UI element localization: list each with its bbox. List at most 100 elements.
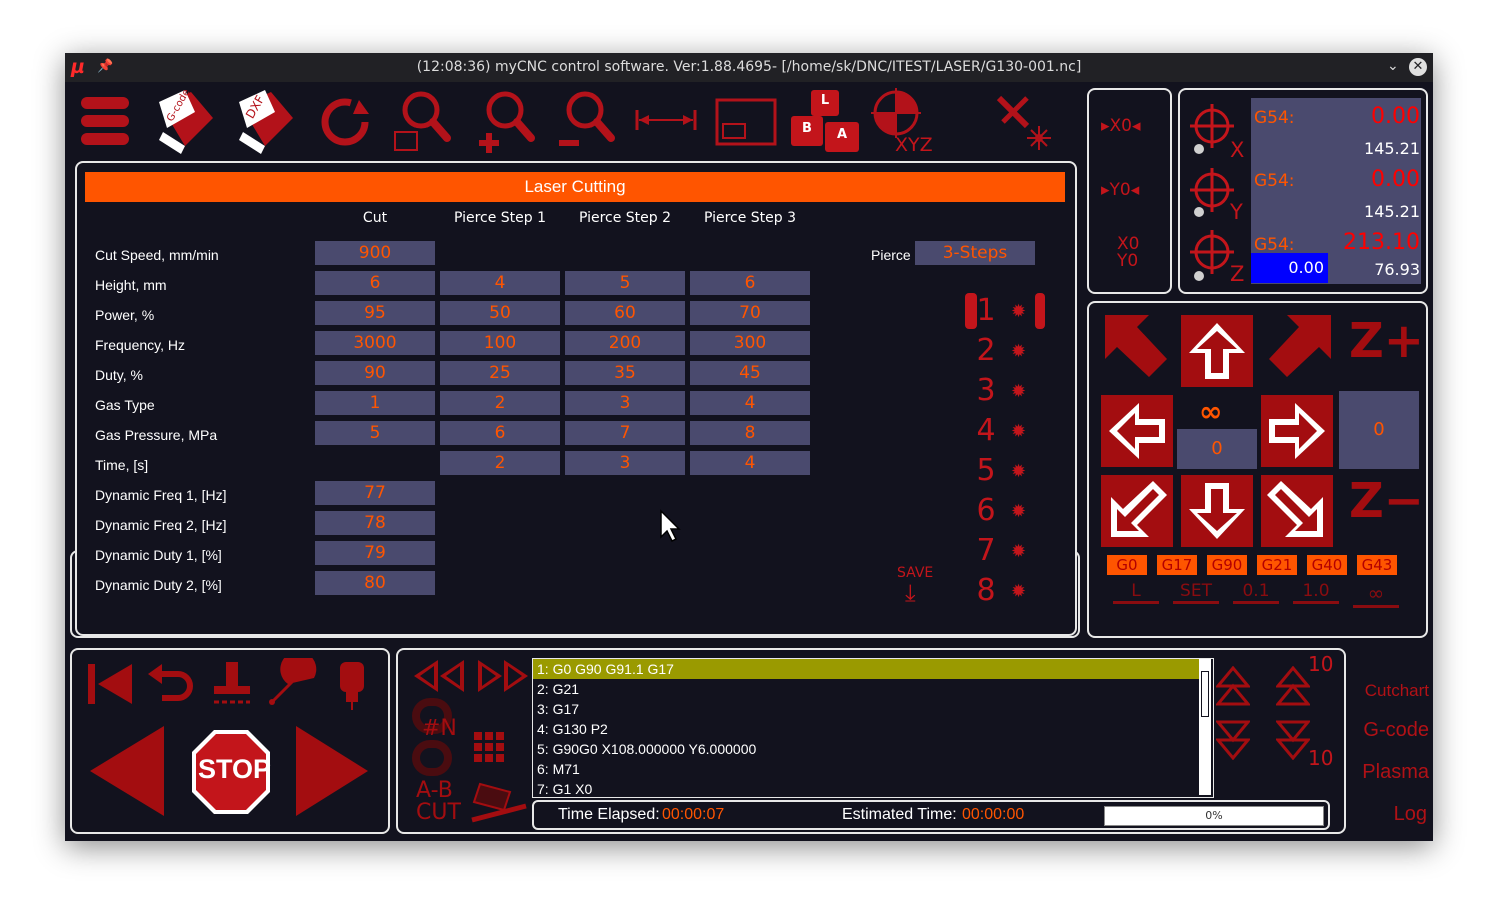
gcode-line[interactable]: 1: G0 G90 G91.1 G17 bbox=[533, 659, 1199, 679]
gcode-scrollbar[interactable] bbox=[1199, 659, 1211, 795]
tab-cutchart[interactable]: Cutchart bbox=[1365, 681, 1429, 701]
fast-forward-icon[interactable] bbox=[476, 658, 530, 698]
param-cell-cut[interactable]: 3000 bbox=[315, 331, 435, 355]
jog-left-button[interactable] bbox=[1101, 395, 1173, 467]
param-cell-s1[interactable]: 4 bbox=[440, 271, 560, 295]
grid-array-icon[interactable] bbox=[474, 732, 504, 766]
param-cell-s2[interactable]: 7 bbox=[565, 421, 685, 445]
param-cell-s1[interactable]: 2 bbox=[440, 391, 560, 415]
param-cell-s3[interactable]: 70 bbox=[690, 301, 810, 325]
zoom-window-icon[interactable] bbox=[391, 88, 451, 158]
jog-up-right-button[interactable] bbox=[1267, 315, 1331, 383]
rewind-icon[interactable] bbox=[412, 658, 466, 698]
param-cell-cut[interactable]: 6 bbox=[315, 271, 435, 295]
close-icon[interactable]: ✕ bbox=[1409, 58, 1427, 76]
pierce-step-number[interactable]: 4 bbox=[971, 413, 1001, 448]
step-set-button[interactable]: SET bbox=[1173, 581, 1219, 604]
zero-y-button[interactable]: ▸Y0◂ bbox=[1101, 180, 1139, 200]
jog-down-left-button[interactable] bbox=[1101, 475, 1173, 547]
param-cell-cut[interactable]: 5 bbox=[315, 421, 435, 445]
z-position-input[interactable]: 0.00 bbox=[1251, 253, 1328, 283]
gcode-line[interactable]: 7: G1 X0 bbox=[533, 779, 1199, 797]
param-cell-cut[interactable]: 95 bbox=[315, 301, 435, 325]
scrollbar-thumb[interactable] bbox=[1201, 671, 1209, 717]
cut-tool-icon[interactable] bbox=[470, 780, 528, 830]
param-cell-cut[interactable]: 80 bbox=[315, 571, 435, 595]
minimize-chevron-icon[interactable]: ⌄ bbox=[1387, 58, 1399, 74]
param-cell-s2[interactable]: 35 bbox=[565, 361, 685, 385]
zoom-out-icon[interactable] bbox=[555, 88, 615, 158]
param-cell-s2[interactable]: 3 bbox=[565, 391, 685, 415]
jog-up-left-button[interactable] bbox=[1105, 315, 1169, 383]
gcode-list[interactable]: 1: G0 G90 G91.1 G17 2: G21 3: G17 4: G130 P… bbox=[532, 658, 1214, 798]
gcode-line[interactable]: 3: G17 bbox=[533, 699, 1199, 719]
param-cell-s1[interactable]: 25 bbox=[440, 361, 560, 385]
step-l-button[interactable]: L bbox=[1113, 581, 1159, 604]
zero-xy-button[interactable]: X0 Y0 bbox=[1101, 236, 1139, 270]
param-cell-s2[interactable]: 5 bbox=[565, 271, 685, 295]
step-infinity-button[interactable]: ∞ bbox=[1353, 581, 1399, 608]
param-cell-s3[interactable]: 300 bbox=[690, 331, 810, 355]
goto-line-button[interactable]: #N bbox=[422, 716, 457, 741]
laser-head-icon[interactable] bbox=[338, 660, 366, 714]
gcode-open-icon[interactable]: G-code bbox=[155, 87, 215, 154]
tools-laser-icon[interactable] bbox=[993, 92, 1057, 160]
pierce-step-number[interactable]: 3 bbox=[971, 373, 1001, 408]
jog-down-button[interactable] bbox=[1181, 475, 1253, 547]
frame-icon[interactable] bbox=[715, 98, 777, 150]
jog-z-input[interactable]: 0 bbox=[1339, 391, 1419, 469]
param-cell-s1[interactable]: 2 bbox=[440, 451, 560, 475]
tab-log[interactable]: Log bbox=[1394, 803, 1427, 826]
jog-up-button[interactable] bbox=[1181, 315, 1253, 387]
pierce-step-number[interactable]: 7 bbox=[971, 533, 1001, 568]
param-cell-cut[interactable]: 77 bbox=[315, 481, 435, 505]
param-cell-s1[interactable]: 100 bbox=[440, 331, 560, 355]
param-cell-cut[interactable]: 1 bbox=[315, 391, 435, 415]
gcode-line[interactable]: 5: G90G0 X108.000000 Y6.000000 bbox=[533, 739, 1199, 759]
jog-down-right-button[interactable] bbox=[1261, 475, 1333, 547]
step-1-0-button[interactable]: 1.0 bbox=[1293, 581, 1339, 604]
gcode-line[interactable]: 6: M71 bbox=[533, 759, 1199, 779]
keyboard-lba-icon[interactable]: L B A bbox=[791, 90, 863, 154]
param-cell-cut[interactable]: 900 bbox=[315, 241, 435, 265]
param-cell-s2[interactable]: 3 bbox=[565, 451, 685, 475]
pierce-step-number[interactable]: 6 bbox=[971, 493, 1001, 528]
move-prev-button[interactable] bbox=[90, 726, 166, 820]
param-cell-s2[interactable]: 60 bbox=[565, 301, 685, 325]
step-0-1-button[interactable]: 0.1 bbox=[1233, 581, 1279, 604]
param-cell-cut[interactable]: 90 bbox=[315, 361, 435, 385]
measure-icon[interactable] bbox=[635, 108, 697, 136]
gcode-line[interactable]: 4: G130 P2 bbox=[533, 719, 1199, 739]
jog-z-plus-button[interactable]: Z+ bbox=[1349, 313, 1424, 369]
save-button[interactable]: SAVE ⤓ bbox=[897, 565, 933, 605]
rewind-start-icon[interactable] bbox=[86, 660, 136, 712]
spindle-down-icon[interactable] bbox=[1274, 716, 1312, 764]
pierce-select[interactable]: 3-Steps bbox=[915, 241, 1035, 265]
reload-icon[interactable] bbox=[319, 96, 371, 152]
move-next-button[interactable] bbox=[294, 726, 370, 820]
gcode-line[interactable]: 2: G21 bbox=[533, 679, 1199, 699]
dxf-open-icon[interactable]: DXF bbox=[235, 88, 295, 154]
pierce-step-number[interactable]: 2 bbox=[971, 333, 1001, 368]
param-cell-s1[interactable]: 6 bbox=[440, 421, 560, 445]
tab-plasma[interactable]: Plasma bbox=[1362, 761, 1429, 784]
spindle-up-icon[interactable] bbox=[1274, 665, 1312, 714]
param-cell-s3[interactable]: 45 bbox=[690, 361, 810, 385]
param-cell-s1[interactable]: 50 bbox=[440, 301, 560, 325]
probe-icon[interactable] bbox=[268, 651, 318, 712]
pierce-step-number[interactable]: 1 bbox=[971, 293, 1001, 328]
param-cell-s3[interactable]: 6 bbox=[690, 271, 810, 295]
torch-head-icon[interactable] bbox=[210, 662, 254, 712]
undo-icon[interactable] bbox=[148, 664, 194, 712]
pierce-step-number[interactable]: 8 bbox=[971, 573, 1001, 608]
jog-step-input[interactable]: 0 bbox=[1177, 429, 1257, 469]
jog-right-button[interactable] bbox=[1261, 395, 1333, 467]
param-cell-s2[interactable]: 200 bbox=[565, 331, 685, 355]
param-cell-s3[interactable]: 4 bbox=[690, 391, 810, 415]
origin-xyz-icon[interactable]: XYZ bbox=[871, 88, 943, 158]
zero-x-button[interactable]: ▸X0◂ bbox=[1101, 116, 1141, 136]
param-cell-cut[interactable]: 79 bbox=[315, 541, 435, 565]
zoom-in-icon[interactable] bbox=[475, 88, 535, 158]
menu-icon[interactable] bbox=[81, 97, 129, 145]
stop-button[interactable]: STOP bbox=[190, 728, 272, 820]
